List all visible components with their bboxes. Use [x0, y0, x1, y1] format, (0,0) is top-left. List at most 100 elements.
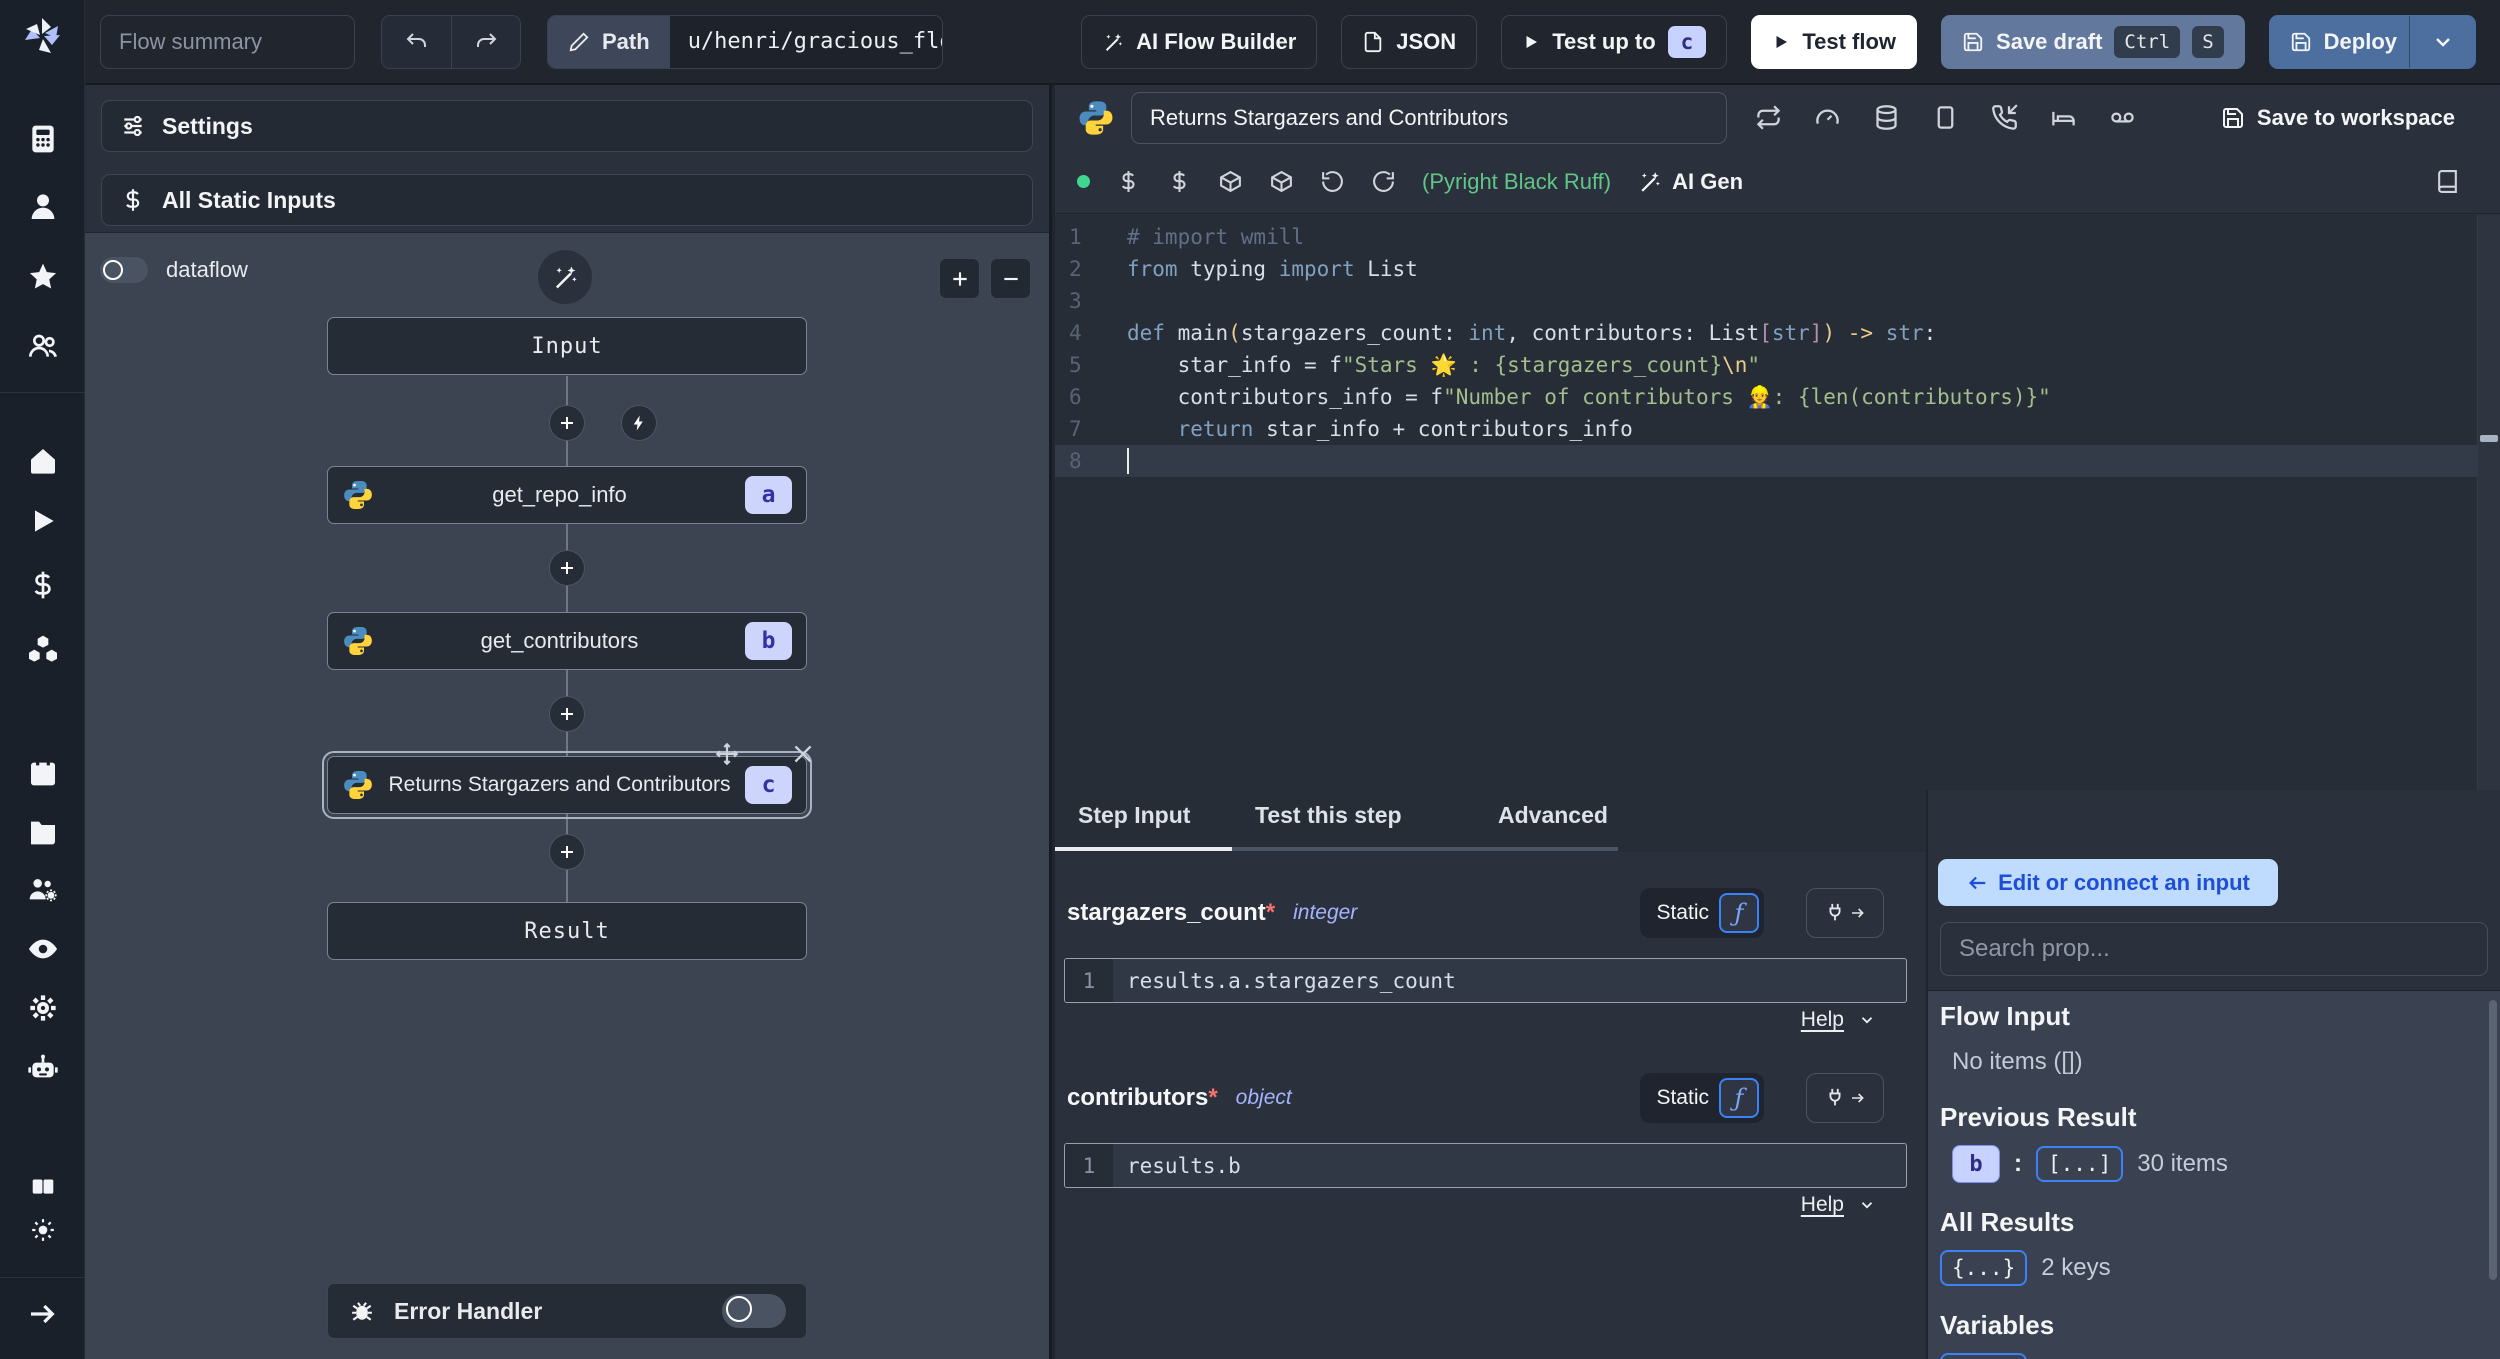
add-step-button[interactable]	[549, 834, 585, 870]
add-step-button[interactable]	[549, 405, 585, 441]
test-flow-button[interactable]: Test flow	[1751, 14, 1918, 69]
node-tools	[714, 741, 816, 767]
javascript-mode-icon[interactable]: ƒ	[1719, 1078, 1759, 1118]
variable-dollar-icon[interactable]	[1116, 169, 1141, 194]
deploy-button[interactable]: Deploy	[2268, 14, 2476, 69]
users-icon[interactable]	[0, 324, 85, 368]
search-prop-input[interactable]	[1940, 922, 2488, 976]
dataflow-toggle[interactable]	[100, 257, 148, 283]
settings-gear-icon[interactable]	[0, 986, 85, 1030]
folders-icon[interactable]	[0, 809, 85, 853]
script-library-book-icon[interactable]	[2435, 169, 2460, 194]
item-count: 30 items	[2137, 1150, 2228, 1177]
line-number-gutter: 12345678	[1069, 225, 1082, 473]
save-draft-button[interactable]: Save draft Ctrl S	[1941, 14, 2245, 69]
sleep-bed-icon[interactable]	[2050, 104, 2077, 131]
redo-button[interactable]	[451, 15, 520, 68]
reset-undo-icon[interactable]	[1320, 169, 1345, 194]
resource-dollar-icon[interactable]	[1167, 169, 1192, 194]
add-step-button[interactable]	[549, 550, 585, 586]
ai-gen-button[interactable]: AI Gen	[1637, 169, 1743, 195]
tab-advanced[interactable]: Advanced	[1498, 802, 1608, 829]
add-step-button[interactable]	[549, 696, 585, 732]
scrollbar-thumb[interactable]	[2480, 435, 2498, 442]
path-field[interactable]: Path u/henri/gracious_flow	[547, 14, 943, 69]
kbd-ctrl: Ctrl	[2114, 25, 2181, 58]
deploy-dropdown[interactable]	[2409, 15, 2475, 68]
home-icon[interactable]	[0, 439, 85, 483]
groups-icon[interactable]	[0, 868, 85, 912]
zoom-out-button[interactable]	[990, 258, 1031, 299]
timeout-gauge-icon[interactable]	[1814, 104, 1841, 131]
zoom-in-button[interactable]	[939, 258, 980, 299]
result-node[interactable]: Result	[327, 902, 807, 960]
package-icon[interactable]	[1218, 169, 1243, 194]
edit-or-connect-button[interactable]: Edit or connect an input	[1938, 859, 2278, 906]
runs-icon[interactable]	[0, 499, 85, 543]
star-icon[interactable]	[0, 255, 85, 299]
json-button[interactable]: JSON	[1341, 14, 1478, 69]
docs-books-icon[interactable]	[0, 1168, 85, 1204]
shared-dirs-voicemail-icon[interactable]	[2109, 104, 2136, 131]
workers-robot-icon[interactable]	[0, 1046, 85, 1090]
monaco-editor[interactable]: 12345678 # import wmill from typing impor…	[1055, 215, 2500, 790]
help-link[interactable]: Help	[1801, 1193, 1876, 1217]
ai-assist-wand-button[interactable]	[537, 249, 593, 305]
step-node-c-selected[interactable]: Returns Stargazers and Contributors c	[322, 756, 812, 819]
step-title-input[interactable]	[1131, 91, 1727, 144]
expression-editor-stargazers[interactable]: 1 results.a.stargazers_count	[1064, 958, 1907, 1003]
cache-database-icon[interactable]	[1873, 104, 1900, 131]
all-static-inputs-button[interactable]: All Static Inputs	[101, 174, 1033, 226]
input-mode-toggle[interactable]: Static ƒ	[1640, 888, 1764, 938]
ai-flow-builder-button[interactable]: AI Flow Builder	[1081, 14, 1318, 69]
text-cursor	[1127, 448, 1129, 474]
expand-arrow-right-icon[interactable]	[0, 1292, 85, 1336]
suspend-phone-incoming-icon[interactable]	[1991, 104, 2018, 131]
field-stargazers-count: stargazers_count * integer Static ƒ	[1067, 888, 1906, 938]
step-node-b[interactable]: get_contributors b	[327, 612, 807, 670]
editor-scrollbar[interactable]	[2477, 215, 2500, 790]
tab-step-input[interactable]: Step Input	[1078, 802, 1190, 829]
test-up-to-button[interactable]: Test up to c	[1501, 14, 1728, 69]
prop-panel-scrollbar[interactable]	[2489, 1000, 2497, 1280]
audit-logs-icon[interactable]	[0, 927, 85, 971]
step-node-a[interactable]: get_repo_info a	[327, 466, 807, 524]
input-node[interactable]: Input	[327, 317, 807, 375]
delete-step-icon[interactable]	[790, 741, 816, 767]
user-icon[interactable]	[0, 185, 85, 229]
step-badge-c: c	[745, 766, 792, 804]
input-mode-toggle[interactable]: Static ƒ	[1640, 1073, 1764, 1123]
mock-square-icon[interactable]	[1932, 104, 1959, 131]
bug-icon	[348, 1297, 376, 1325]
variables-icon[interactable]	[0, 563, 85, 607]
flow-settings-button[interactable]: Settings	[101, 100, 1033, 152]
path-value[interactable]: u/henri/gracious_flow	[669, 15, 942, 68]
retries-repeat-icon[interactable]	[1755, 104, 1782, 131]
reload-refresh-icon[interactable]	[1371, 169, 1396, 194]
connect-input-button[interactable]	[1806, 1073, 1884, 1123]
prop-list: Flow Input No items ([]) Previous Result…	[1928, 990, 2500, 1359]
resources-icon[interactable]	[0, 627, 85, 671]
theme-sun-icon[interactable]	[0, 1212, 85, 1248]
object-preview-badge[interactable]: {...}	[1940, 1353, 2028, 1359]
package-reload-icon[interactable]	[1269, 169, 1294, 194]
array-preview-badge[interactable]: [...]	[2036, 1146, 2124, 1182]
tab-test-this-step[interactable]: Test this step	[1255, 802, 1402, 829]
help-link[interactable]: Help	[1801, 1008, 1876, 1032]
move-handle-icon[interactable]	[714, 741, 740, 767]
result-key-badge[interactable]: b	[1952, 1145, 2000, 1183]
object-preview-badge[interactable]: {...}	[1940, 1250, 2028, 1286]
add-trigger-bolt-button[interactable]	[621, 405, 657, 441]
error-handler-toggle[interactable]	[722, 1294, 786, 1328]
undo-button[interactable]	[382, 15, 451, 68]
dataflow-label: dataflow	[166, 257, 248, 282]
connect-input-button[interactable]	[1806, 888, 1884, 938]
schedules-icon[interactable]	[0, 750, 85, 794]
flow-summary-input[interactable]	[100, 14, 355, 69]
javascript-mode-icon[interactable]: ƒ	[1719, 893, 1759, 933]
apps-icon[interactable]	[0, 117, 85, 161]
error-handler-node[interactable]: Error Handler	[327, 1283, 807, 1339]
expression-editor-contributors[interactable]: 1 results.b	[1064, 1143, 1907, 1188]
save-to-workspace-button[interactable]: Save to workspace	[2221, 105, 2455, 131]
windmill-logo-icon[interactable]	[18, 12, 66, 60]
